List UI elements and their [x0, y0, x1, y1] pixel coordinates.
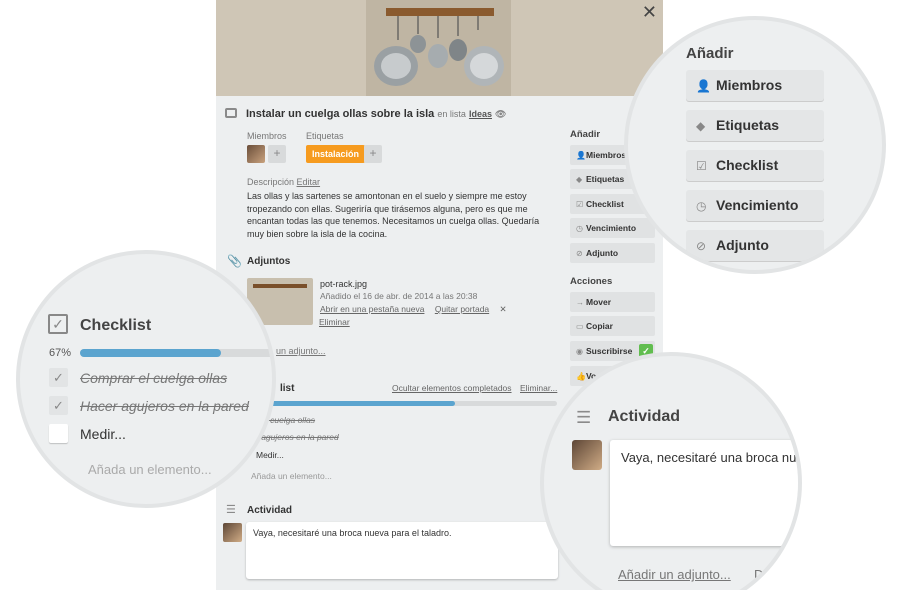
list-name-link[interactable]: Ideas [469, 109, 492, 119]
members-button[interactable]: 👤Miembros [686, 70, 824, 101]
card-cover-image [216, 0, 663, 96]
open-new-tab-link[interactable]: Abrir en una pestaña nueva [320, 304, 424, 314]
members-label: Miembros [247, 131, 287, 141]
checklist-progress-bar [80, 349, 272, 357]
checkbox-icon: ✓ [48, 314, 68, 334]
person-icon: 👤 [576, 151, 586, 160]
copy-button[interactable]: ▭ Copiar [570, 316, 655, 336]
add-checklist-item[interactable]: Añada un elemento... [88, 462, 212, 477]
checklist-title: list [280, 383, 295, 394]
checklist-title: Checklist [80, 317, 152, 334]
add-attachment-link[interactable]: un adjunto... [276, 346, 326, 356]
add-heading: Añadir [570, 129, 601, 140]
checklist-item[interactable]: r agujeros en la pared [256, 432, 339, 442]
checklist-button[interactable]: ☑ Checklist [686, 150, 824, 181]
tag-icon: ◆ [696, 119, 706, 133]
zoom-add-panel: Añadir 👤 Miembros ◆ Etiquetas ☑ Checklist ◷… [624, 16, 886, 274]
checked-checkbox[interactable]: ✓ [49, 396, 68, 415]
paperclip-icon: ⊘ [576, 249, 583, 258]
unchecked-checkbox[interactable] [49, 424, 68, 443]
checklist-item[interactable]: Medir... [80, 426, 126, 442]
avatar [223, 523, 242, 542]
close-icon[interactable]: ✕ [642, 2, 657, 23]
edit-description-link[interactable]: Editar [297, 177, 321, 187]
eye-icon: 👁 [495, 109, 507, 119]
activity-title: Actividad [608, 408, 681, 425]
attachment-date: Añadido el 16 de abr. de 2014 a las 20:3… [320, 291, 478, 301]
attachment-name: pot-rack.jpg [320, 279, 368, 289]
checklist-progress-bar [247, 401, 557, 406]
close-icon[interactable]: ✕ [500, 304, 507, 314]
pot-rack-photo [366, 0, 511, 96]
clock-icon: ◷ [696, 199, 707, 213]
clock-icon: ◷ [576, 224, 583, 233]
paperclip-icon: 📎 [227, 254, 242, 268]
add-label-button[interactable]: + [364, 145, 382, 163]
checkbox-icon: ☑ [576, 200, 584, 209]
activity-icon: ☰ [576, 408, 592, 427]
add-checklist-item[interactable]: Añada un elemento... [251, 471, 332, 481]
description-text[interactable]: Las ollas y las sartenes se amontonan en… [247, 190, 557, 240]
due-date-button[interactable]: ◷ Vencimiento [686, 190, 824, 221]
attachment-button[interactable]: ⊘ Adjunto [570, 243, 655, 263]
move-button[interactable]: → Mover [570, 292, 655, 312]
description-header: Descripción Editar [247, 177, 320, 187]
eye-icon: ◉ [576, 347, 583, 356]
hide-completed-link[interactable]: Ocultar elementos completados [392, 383, 512, 393]
member-avatar[interactable] [247, 145, 265, 163]
paperclip-icon: ⊘ [696, 239, 707, 253]
add-attachment-link[interactable]: Añadir un adjunto... [618, 567, 731, 582]
card-icon [225, 108, 237, 118]
remove-cover-link[interactable]: Quitar portada [435, 304, 489, 314]
avatar [572, 440, 602, 470]
tag-icon: ◆ [576, 175, 583, 184]
in-list-text: en lista [437, 109, 466, 119]
copy-icon: ▭ [576, 322, 584, 331]
checklist-percent: 67% [49, 347, 72, 359]
card-title-text: Instalar un cuelga ollas sobre la isla [246, 108, 435, 120]
attachment-button[interactable]: ⊘ Adjunto [686, 230, 824, 261]
delete-attachment-link[interactable]: Eliminar [319, 317, 350, 327]
labels-button[interactable]: ◆ Etiquetas [686, 110, 824, 141]
attachments-title: Adjuntos [247, 256, 291, 267]
activity-icon: ☰ [226, 504, 236, 516]
comment-input[interactable]: Vaya, necesitaré una broca nueva para el… [610, 440, 798, 546]
card-title[interactable]: Instalar un cuelga ollas sobre la isla e… [246, 108, 506, 120]
add-heading: Añadir [686, 45, 734, 62]
checklist-item[interactable]: Hacer agujeros en la pared [80, 398, 249, 414]
pot-rack-illustration [374, 8, 504, 86]
comment-input[interactable]: Vaya, necesitaré una broca nueva para el… [246, 522, 558, 579]
arrow-right-icon: → [576, 298, 584, 307]
description-label: Descripción [247, 177, 295, 187]
add-member-button[interactable]: + [268, 145, 286, 163]
label-chip[interactable]: Instalación [306, 145, 366, 163]
checked-checkbox[interactable]: ✓ [49, 368, 68, 387]
checklist-item[interactable]: Medir... [256, 450, 284, 460]
checkbox-icon: ☑ [696, 159, 707, 173]
delete-checklist-link[interactable]: Eliminar... [520, 383, 557, 393]
trailing-link[interactable]: D [754, 567, 763, 582]
activity-title: Actividad [247, 505, 293, 516]
zoom-checklist-panel: ✓ Checklist 67% ✓ Comprar el cuelga olla… [16, 250, 276, 508]
checklist-item[interactable]: Comprar el cuelga ollas [80, 370, 227, 386]
person-icon: 👤 [696, 79, 711, 93]
actions-heading: Acciones [570, 276, 613, 287]
zoom-activity-panel: ☰ Actividad Vaya, necesitaré una broca n… [540, 352, 802, 590]
attachment-actions: Abrir en una pestaña nueva Quitar portad… [320, 304, 515, 315]
labels-label: Etiquetas [306, 131, 344, 141]
due-date-button[interactable]: ◷ Vencimiento [570, 218, 655, 238]
